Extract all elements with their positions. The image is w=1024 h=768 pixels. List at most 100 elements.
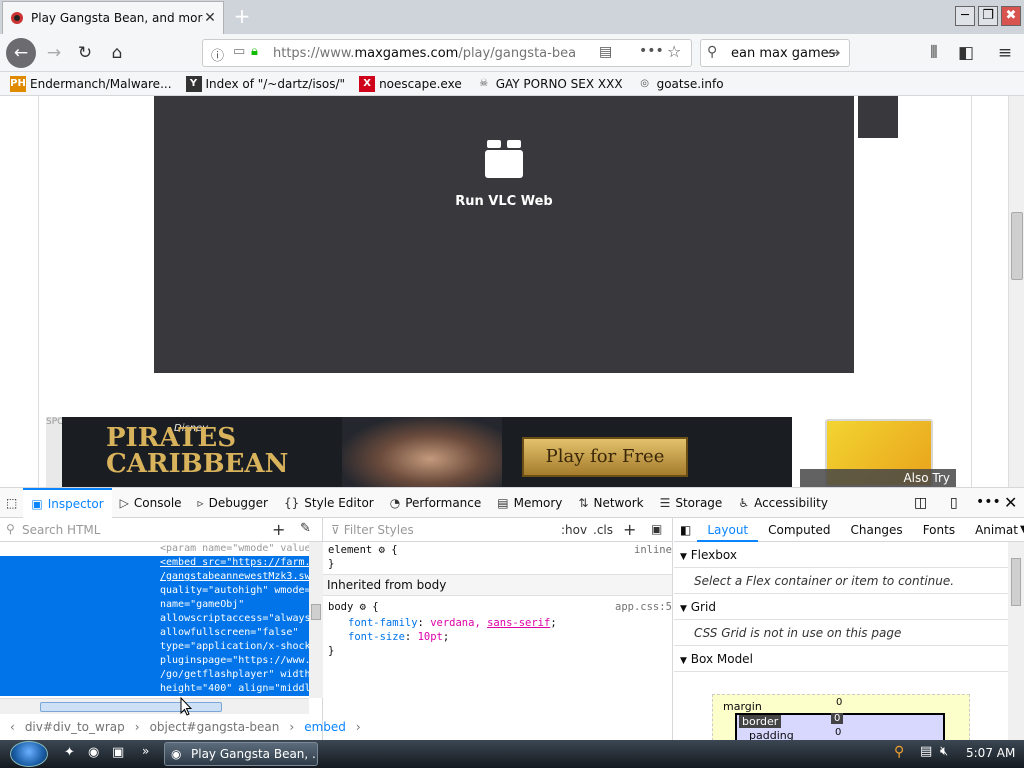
clock[interactable]: 5:07 AM bbox=[966, 746, 1015, 760]
screenshot-node-icon[interactable]: ▣ bbox=[651, 522, 662, 536]
body-rule-selector[interactable]: body ⚙ { bbox=[328, 601, 379, 613]
chevron-down-icon[interactable]: ▼ bbox=[1020, 524, 1024, 535]
quicklaunch-icon[interactable]: ◉ bbox=[88, 745, 99, 760]
add-node-icon[interactable]: + bbox=[272, 520, 285, 539]
cls-toggle[interactable]: .cls bbox=[593, 523, 613, 537]
tab-layout[interactable]: Layout bbox=[697, 518, 759, 542]
close-window-button[interactable]: ✖ bbox=[1001, 6, 1021, 26]
network-tray-icon[interactable]: ▤ bbox=[920, 744, 932, 759]
forward-button[interactable]: → bbox=[42, 41, 66, 65]
box-margin-value[interactable]: 0 bbox=[836, 697, 842, 708]
box-model-border[interactable]: border 0 padding 0 bbox=[735, 713, 945, 740]
scrollbar-thumb[interactable] bbox=[1011, 212, 1023, 280]
tab-performance[interactable]: ◔ Performance bbox=[382, 488, 490, 518]
quicklaunch-icon[interactable]: ✦ bbox=[64, 745, 75, 760]
scrollbar-thumb[interactable] bbox=[1011, 558, 1021, 606]
reader-view-icon[interactable]: ▤ bbox=[599, 44, 612, 60]
url-bar[interactable]: ⓘ ▭ 🔒︎ https://www.maxgames.com/play/gan… bbox=[202, 39, 692, 67]
breadcrumb-back-icon[interactable]: ‹ bbox=[10, 720, 15, 734]
grid-section[interactable]: ▼ Grid bbox=[674, 594, 1024, 620]
layout-scrollbar[interactable] bbox=[1008, 542, 1024, 741]
close-devtools-icon[interactable]: ✕ bbox=[1004, 493, 1017, 512]
tab-console[interactable]: ▷ Console bbox=[112, 488, 190, 518]
box-padding-value[interactable]: 0 bbox=[835, 727, 841, 738]
responsive-design-icon[interactable]: ▯ bbox=[950, 495, 958, 511]
game-plugin-area[interactable]: Run VLC Web bbox=[154, 96, 854, 373]
gear-icon[interactable]: ⚙ bbox=[360, 601, 366, 613]
chevron-right-icon[interactable]: » bbox=[142, 744, 149, 758]
breadcrumb-item[interactable]: div#div_to_wrap bbox=[25, 720, 125, 734]
page-actions-icon[interactable]: ••• bbox=[639, 43, 664, 59]
css-declaration[interactable]: font-size: 10pt; bbox=[348, 631, 449, 643]
more-options-icon[interactable]: ••• bbox=[976, 494, 1001, 510]
tab-storage[interactable]: ☰ Storage bbox=[652, 488, 731, 518]
library-icon[interactable]: ⫴ bbox=[922, 41, 946, 65]
minimize-button[interactable]: ─ bbox=[955, 6, 975, 26]
css-declaration[interactable]: font-family: verdana, sans-serif; bbox=[348, 617, 557, 629]
also-try-card[interactable]: Also Try bbox=[800, 417, 956, 487]
box-border-value[interactable]: 0 bbox=[831, 713, 844, 724]
markup-view[interactable]: <param name="wmode" value <embed src="ht… bbox=[0, 542, 309, 698]
tab-animations[interactable]: Animat bbox=[965, 518, 1020, 542]
search-text[interactable]: ean max games bbox=[731, 46, 835, 61]
home-button[interactable]: ⌂ bbox=[105, 41, 129, 65]
search-go-icon[interactable]: → bbox=[827, 43, 840, 62]
bookmark-star-icon[interactable]: ☆ bbox=[667, 42, 681, 61]
element-rule-selector[interactable]: element ⚙ { bbox=[328, 544, 398, 556]
tab-network[interactable]: ⇅ Network bbox=[570, 488, 651, 518]
dock-icon[interactable]: ◫ bbox=[914, 495, 927, 511]
markup-scrollbar[interactable] bbox=[309, 542, 323, 698]
tab-inspector[interactable]: ▣ Inspector bbox=[23, 487, 112, 518]
run-vlc-label[interactable]: Run VLC Web bbox=[434, 194, 574, 209]
tab-fonts[interactable]: Fonts bbox=[913, 518, 965, 542]
tab-debugger[interactable]: ▹ Debugger bbox=[190, 488, 276, 518]
browser-tab[interactable]: Play Gangsta Bean, and more A ✕ bbox=[2, 1, 224, 34]
tab-style-editor[interactable]: {} Style Editor bbox=[276, 488, 382, 518]
bookmark-item[interactable]: Xnoescape.exe bbox=[359, 75, 462, 92]
flexbox-section[interactable]: ▼ Flexbox bbox=[674, 542, 1024, 568]
breadcrumb-item[interactable]: object#gangsta-bean bbox=[150, 720, 280, 734]
url-text[interactable]: https://www.maxgames.com/play/gangsta-be… bbox=[273, 46, 576, 61]
show-desktop-icon[interactable]: ▣ bbox=[112, 745, 124, 760]
pick-element-icon[interactable]: ⬚ bbox=[0, 488, 23, 518]
taskbar-task-firefox[interactable]: ◉ Play Gangsta Bean, ... bbox=[164, 742, 318, 766]
hov-toggle[interactable]: :hov bbox=[561, 523, 587, 537]
selected-node[interactable]: <embed src="https://farm. /gangstabeanne… bbox=[0, 556, 309, 696]
menu-icon[interactable]: ≡ bbox=[993, 41, 1017, 65]
scrollbar-thumb[interactable] bbox=[311, 604, 321, 620]
start-button[interactable] bbox=[10, 741, 48, 767]
filter-styles-input[interactable]: Filter Styles bbox=[344, 523, 414, 537]
box-model-margin[interactable]: margin 0 border 0 padding 0 bbox=[712, 694, 970, 741]
markup-horizontal-scrollbar[interactable] bbox=[0, 698, 309, 714]
eyedropper-icon[interactable]: ✎ bbox=[300, 521, 311, 536]
bookmark-item[interactable]: Y Index of "/~dartz/isos/" bbox=[185, 75, 345, 92]
search-icon[interactable]: ⚲ bbox=[894, 744, 904, 760]
search-bar[interactable]: ⚲ ean max games → bbox=[700, 39, 850, 67]
scrollbar-thumb[interactable] bbox=[40, 702, 222, 712]
info-icon[interactable]: ⓘ bbox=[211, 45, 224, 64]
toggle-sidebar-icon[interactable]: ◧ bbox=[674, 518, 697, 542]
play-for-free-button[interactable]: Play for Free bbox=[522, 437, 688, 477]
rule-source[interactable]: app.css:5 bbox=[615, 601, 672, 613]
reload-button[interactable]: ↻ bbox=[73, 41, 97, 65]
new-tab-button[interactable]: + bbox=[230, 5, 254, 29]
volume-muted-icon[interactable]: 🔇︎ bbox=[940, 744, 948, 759]
tab-changes[interactable]: Changes bbox=[840, 518, 912, 542]
rule-source[interactable]: inline bbox=[634, 544, 672, 556]
tab-accessibility[interactable]: ♿ Accessibility bbox=[730, 488, 836, 518]
sidebar-icon[interactable]: ◧ bbox=[954, 41, 978, 65]
lock-icon[interactable]: 🔒︎ bbox=[251, 44, 258, 59]
ad-banner[interactable]: Disney PIRATES CARIBBEAN Play for Free bbox=[62, 417, 792, 487]
box-model-section[interactable]: ▼ Box Model bbox=[674, 646, 1024, 672]
css-value-link[interactable]: sans-serif bbox=[487, 617, 550, 629]
bookmark-item[interactable]: ◎ goatse.info bbox=[637, 76, 723, 92]
bookmark-item[interactable]: PH Endermanch/Malware... bbox=[10, 75, 172, 92]
tab-memory[interactable]: ▤ Memory bbox=[489, 488, 570, 518]
search-html-input[interactable]: ⚲ Search HTML + ✎ bbox=[0, 518, 323, 542]
permissions-icon[interactable]: ▭ bbox=[233, 44, 245, 59]
add-rule-icon[interactable]: + bbox=[623, 520, 636, 539]
markup-line[interactable]: <param name="wmode" value bbox=[0, 542, 309, 556]
bookmark-item[interactable]: ☠ GAY PORNO SEX XXX bbox=[476, 76, 622, 92]
gear-icon[interactable]: ⚙ bbox=[379, 544, 385, 556]
back-button[interactable]: ← bbox=[6, 38, 36, 68]
